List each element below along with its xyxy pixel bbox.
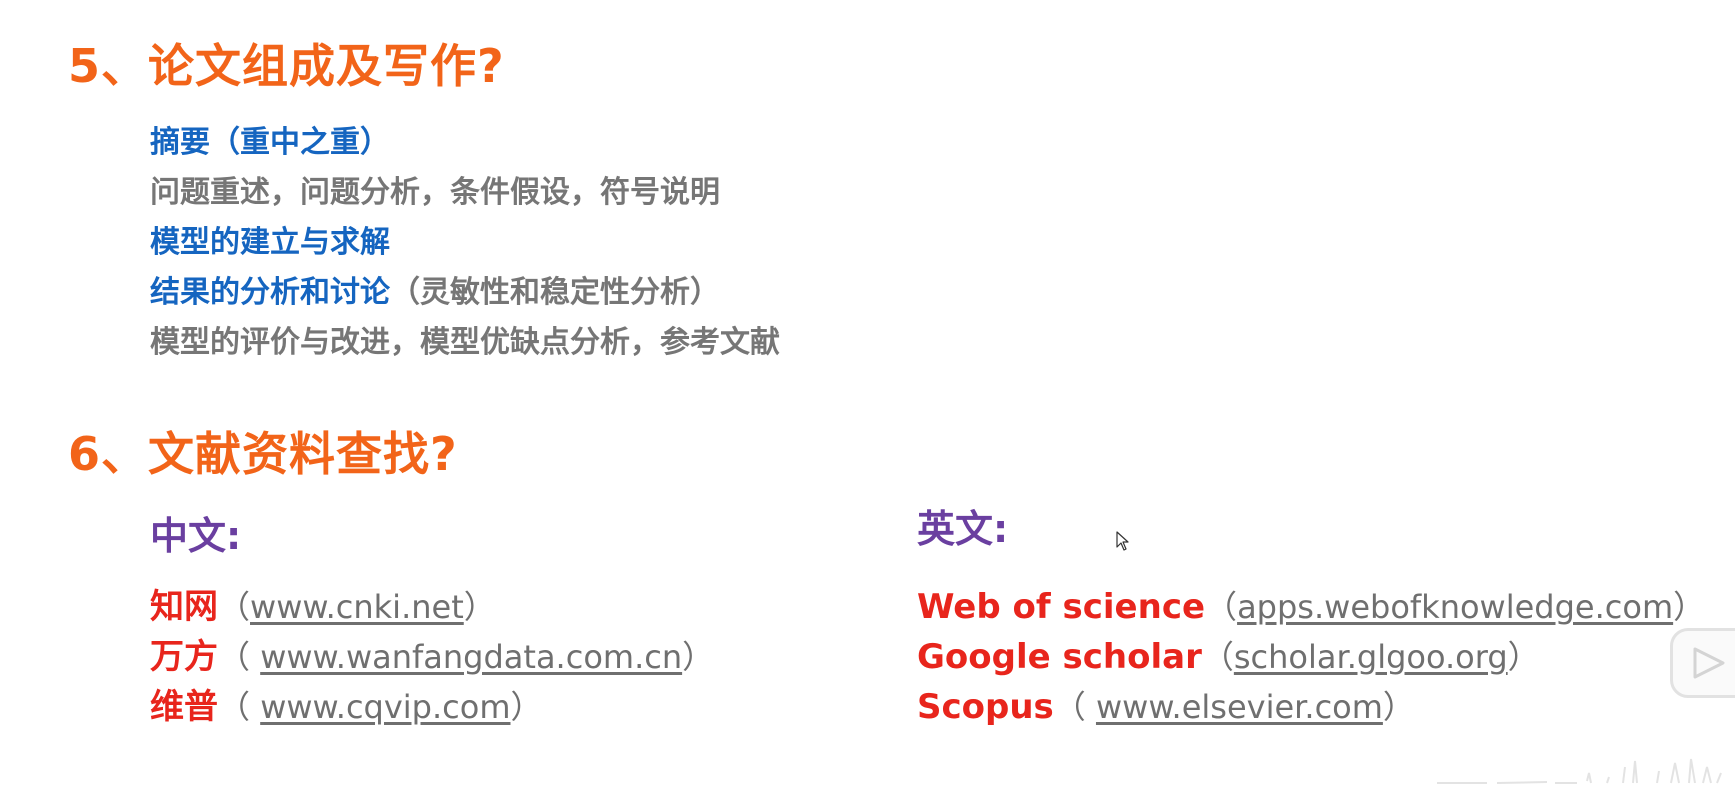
resource-item-cnki: 知网（www.cnki.net）: [150, 587, 496, 627]
outline-item-evaluation: 模型的评价与改进，模型优缺点分析，参考文献: [150, 318, 780, 368]
outline-item-abstract: 摘要（重中之重）: [150, 118, 780, 168]
resource-item-wanfang: 万方（ www.wanfangdata.com.cn）: [150, 637, 715, 677]
chinese-heading: 中文:: [150, 514, 242, 558]
outline-item-text: 摘要（重中之重）: [150, 125, 390, 160]
outline-item-text: 结果的分析和讨论: [150, 275, 390, 310]
resource-link-wanfang[interactable]: www.wanfangdata.com.cn: [260, 638, 682, 676]
paper-structure-list: 摘要（重中之重） 问题重述，问题分析，条件假设，符号说明 模型的建立与求解 结果…: [150, 118, 780, 368]
video-play-button[interactable]: [1670, 628, 1735, 698]
outline-item-note: （灵敏性和稳定性分析）: [390, 275, 720, 310]
resource-name: 知网: [150, 587, 218, 627]
video-watermark: [1437, 758, 1722, 784]
resource-link-google-scholar[interactable]: scholar.glgoo.org: [1234, 638, 1508, 676]
outline-item-problem: 问题重述，问题分析，条件假设，符号说明: [150, 168, 780, 218]
slide: 5、论文组成及写作? 摘要（重中之重） 问题重述，问题分析，条件假设，符号说明 …: [0, 0, 1735, 793]
resource-name: Scopus: [917, 687, 1054, 727]
section-5-title: 5、论文组成及写作?: [68, 39, 505, 93]
resource-link-web-of-science[interactable]: apps.webofknowledge.com: [1237, 588, 1673, 626]
mouse-pointer-icon: [1116, 531, 1129, 551]
outline-item-model: 模型的建立与求解: [150, 218, 780, 268]
english-heading: 英文:: [917, 507, 1009, 551]
resource-name: 维普: [150, 687, 218, 727]
play-icon: [1693, 647, 1725, 679]
resource-item-google-scholar: Google scholar（scholar.glgoo.org）: [917, 637, 1540, 677]
section-6-title: 6、文献资料查找?: [68, 427, 458, 481]
english-resources-list: Web of science（apps.webofknowledge.com） …: [917, 582, 1705, 732]
resource-item-cqvip: 维普（ www.cqvip.com）: [150, 687, 543, 727]
resource-link-scopus[interactable]: www.elsevier.com: [1096, 688, 1383, 726]
resource-name: Web of science: [917, 587, 1206, 627]
resource-link-cqvip[interactable]: www.cqvip.com: [260, 688, 510, 726]
resource-item-web-of-science: Web of science（apps.webofknowledge.com）: [917, 587, 1706, 627]
resource-link-cnki[interactable]: www.cnki.net: [250, 588, 464, 626]
outline-item-results: 结果的分析和讨论（灵敏性和稳定性分析）: [150, 268, 780, 318]
outline-item-text: 问题重述，问题分析，条件假设，符号说明: [150, 175, 720, 210]
resource-name: Google scholar: [917, 637, 1202, 677]
outline-item-text: 模型的评价与改进，模型优缺点分析，参考文献: [150, 325, 780, 360]
resource-name: 万方: [150, 637, 218, 677]
chinese-resources-list: 知网（www.cnki.net） 万方（ www.wanfangdata.com…: [150, 582, 714, 732]
resource-item-scopus: Scopus（ www.elsevier.com）: [917, 687, 1415, 727]
outline-item-text: 模型的建立与求解: [150, 225, 390, 260]
